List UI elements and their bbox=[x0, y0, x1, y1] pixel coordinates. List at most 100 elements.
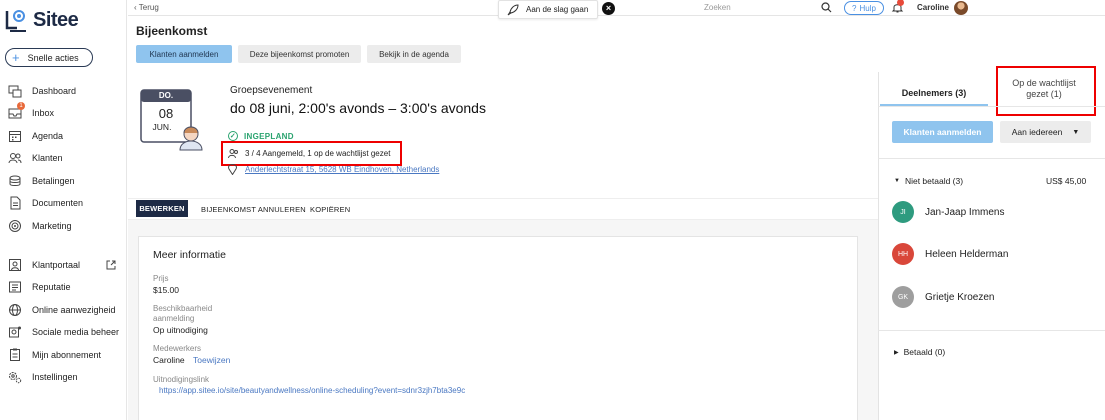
sidebar-item-documenten[interactable]: Documenten bbox=[8, 194, 83, 212]
globe-icon bbox=[8, 303, 22, 317]
external-link-icon[interactable] bbox=[106, 260, 116, 270]
list-item[interactable]: HH Heleen Helderman bbox=[892, 243, 1008, 265]
highlight-box-waitlist bbox=[996, 66, 1096, 116]
sidebar-item-label: Marketing bbox=[32, 221, 72, 231]
rocket-icon bbox=[507, 4, 519, 16]
status-badge: ✓ INGEPLAND bbox=[228, 131, 294, 141]
event-address[interactable]: Anderlechtstraat 15, 5628 WB Eindhoven, … bbox=[228, 164, 439, 175]
tab-participants[interactable]: Deelnemers (3) bbox=[880, 80, 988, 106]
dashboard-icon bbox=[8, 84, 22, 98]
sidebar-item-mijn-abonnement[interactable]: Mijn abonnement bbox=[8, 346, 101, 364]
social-icon bbox=[8, 325, 22, 339]
avatar[interactable] bbox=[954, 1, 968, 15]
divider bbox=[878, 158, 1105, 159]
search-input[interactable]: Zoeken bbox=[704, 3, 864, 12]
logo[interactable]: Sitee bbox=[5, 8, 79, 32]
settings-icon bbox=[8, 370, 22, 384]
divider bbox=[878, 330, 1105, 331]
help-icon: ? bbox=[852, 3, 857, 13]
sidebar-item-label: Online aanwezigheid bbox=[32, 305, 116, 315]
getting-started-button[interactable]: Aan de slag gaan bbox=[498, 0, 598, 19]
help-button[interactable]: ? Hulp bbox=[844, 1, 884, 15]
staff-name: Caroline bbox=[153, 355, 185, 365]
register-clients-panel-button[interactable]: Klanten aanmelden bbox=[892, 121, 993, 143]
unpaid-section-header[interactable]: ▼ Niet betaald (3) bbox=[894, 176, 963, 186]
paid-section-header[interactable]: ▶ Betaald (0) bbox=[894, 347, 945, 357]
availability-value: Op uitnodiging bbox=[153, 325, 208, 335]
edit-button[interactable]: BEWERKEN bbox=[136, 200, 188, 217]
help-label: Hulp bbox=[859, 3, 876, 13]
participant-name: Heleen Helderman bbox=[925, 248, 1009, 260]
highlight-box-attendance bbox=[221, 141, 402, 166]
back-link[interactable]: ‹ Terug bbox=[134, 3, 159, 12]
price-value: $15.00 bbox=[153, 285, 179, 295]
sidebar-item-label: Inbox bbox=[32, 108, 55, 118]
inbox-badge: 1 bbox=[17, 102, 25, 110]
sidebar-item-inbox[interactable]: 1 Inbox bbox=[8, 102, 55, 122]
unpaid-label: Niet betaald (3) bbox=[904, 176, 964, 186]
sidebar-item-online-aanwezigheid[interactable]: Online aanwezigheid bbox=[8, 301, 116, 319]
status-label: INGEPLAND bbox=[244, 131, 294, 141]
promote-event-button[interactable]: Deze bijeenkomst promoten bbox=[238, 45, 361, 63]
avatar: GK bbox=[892, 286, 914, 308]
close-icon[interactable]: × bbox=[602, 2, 615, 15]
sidebar-item-klanten[interactable]: Klanten bbox=[8, 149, 63, 167]
sidebar-item-marketing[interactable]: Marketing bbox=[8, 217, 72, 235]
user-name[interactable]: Caroline bbox=[917, 3, 949, 12]
sidebar-item-agenda[interactable]: Agenda bbox=[8, 127, 63, 145]
page-title: Bijeenkomst bbox=[136, 24, 208, 38]
audience-dropdown-label: Aan iedereen bbox=[1011, 127, 1063, 137]
sidebar: Sitee + Snelle acties Dashboard 1 Inbox … bbox=[0, 0, 127, 420]
logo-text: Sitee bbox=[33, 8, 79, 31]
sidebar-item-instellingen[interactable]: Instellingen bbox=[8, 368, 78, 386]
sidebar-item-label: Dashboard bbox=[32, 86, 77, 96]
availability-label: Beschikbaarheid bbox=[153, 304, 213, 313]
avatar: HH bbox=[892, 243, 914, 265]
documents-icon bbox=[8, 196, 22, 210]
calendar-date: 08 bbox=[158, 106, 174, 121]
sidebar-item-label: Instellingen bbox=[32, 372, 78, 382]
invite-link[interactable]: https://app.sitee.io/site/beautyandwelln… bbox=[159, 386, 465, 395]
quick-actions-button[interactable]: + Snelle acties bbox=[5, 48, 93, 67]
subscription-icon bbox=[8, 348, 22, 362]
sidebar-item-label: Sociale media beheer bbox=[32, 327, 120, 337]
register-clients-button[interactable]: Klanten aanmelden bbox=[136, 45, 232, 63]
location-pin-icon bbox=[228, 164, 237, 175]
participant-name: Grietje Kroezen bbox=[925, 291, 995, 303]
assign-link[interactable]: Toewijzen bbox=[193, 355, 230, 365]
sidebar-item-sociale-media[interactable]: Sociale media beheer bbox=[8, 323, 119, 341]
search-icon[interactable] bbox=[821, 2, 832, 13]
sidebar-item-label: Klanten bbox=[32, 153, 63, 163]
list-item[interactable]: GK Grietje Kroezen bbox=[892, 286, 994, 308]
cancel-event-button[interactable]: BIJEENKOMST ANNULEREN bbox=[201, 205, 306, 214]
sidebar-item-label: Documenten bbox=[32, 198, 84, 208]
more-info-title: Meer informatie bbox=[153, 249, 226, 261]
sidebar-item-label: Reputatie bbox=[32, 282, 71, 292]
calendar-day: DO. bbox=[158, 91, 174, 100]
staff-label: Medewerkers bbox=[153, 344, 202, 353]
price-label: Prijs bbox=[153, 274, 169, 283]
audience-dropdown[interactable]: Aan iedereen ▼ bbox=[1000, 121, 1091, 143]
view-in-calendar-button[interactable]: Bekijk in de agenda bbox=[367, 45, 461, 63]
portal-icon bbox=[8, 258, 22, 272]
check-icon: ✓ bbox=[228, 131, 238, 141]
back-label: Terug bbox=[138, 3, 159, 12]
sidebar-item-reputatie[interactable]: Reputatie bbox=[8, 278, 71, 296]
getting-started-label: Aan de slag gaan bbox=[526, 5, 589, 14]
list-item[interactable]: JI Jan-Jaap Immens bbox=[892, 201, 1004, 223]
participant-name: Jan-Jaap Immens bbox=[925, 206, 1005, 218]
avatar: JI bbox=[892, 201, 914, 223]
address-label: Anderlechtstraat 15, 5628 WB Eindhoven, … bbox=[245, 165, 440, 174]
reputation-icon bbox=[8, 280, 22, 294]
invite-link-label: Uitnodigingslink bbox=[153, 375, 210, 384]
unpaid-amount: US$ 45,00 bbox=[1046, 176, 1087, 186]
quick-actions-label: Snelle acties bbox=[27, 52, 79, 63]
sidebar-item-dashboard[interactable]: Dashboard bbox=[8, 82, 76, 100]
event-datetime: do 08 juni, 2:00's avonds – 3:00's avond… bbox=[230, 100, 486, 116]
sidebar-item-klantportaal[interactable]: Klantportaal bbox=[8, 256, 80, 274]
caret-down-icon: ▼ bbox=[894, 178, 900, 184]
marketing-icon bbox=[8, 219, 22, 233]
caret-right-icon: ▶ bbox=[894, 349, 899, 356]
sidebar-item-betalingen[interactable]: Betalingen bbox=[8, 172, 75, 190]
copy-button[interactable]: KOPIËREN bbox=[310, 205, 350, 214]
